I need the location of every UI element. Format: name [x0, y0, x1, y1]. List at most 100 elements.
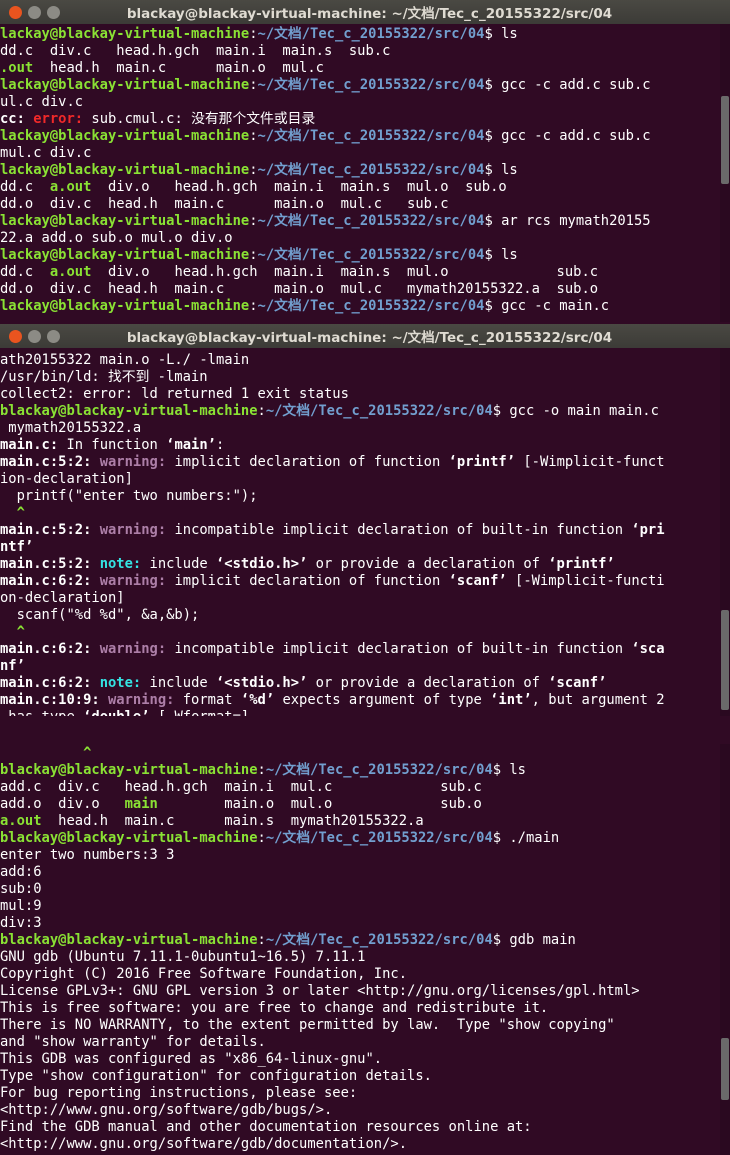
terminal-line: add:6 [0, 864, 730, 881]
terminal-line: dd.o div.c head.h main.c main.o mul.c su… [0, 196, 730, 213]
terminal-text-segment: sub:0 [0, 881, 42, 897]
terminal-text-segment: implicit declaration of function [174, 573, 449, 589]
terminal-text-segment: : [257, 932, 266, 948]
scrollbar-thumb[interactable] [721, 1038, 729, 1100]
terminal-line: ion-declaration] [0, 471, 730, 488]
scrollbar[interactable] [720, 348, 730, 716]
terminal-text-segment: add.c div.c head.h.gch main.i mul.c sub.… [0, 779, 482, 795]
terminal-text-segment: ath20155322 main.o -L./ -lmain [0, 352, 250, 368]
terminal-text-segment: ~/文档/Tec_c_20155322/src/04 [257, 26, 485, 42]
terminal-text-segment: /usr/bin/ld: 找不到 -lmain [0, 369, 208, 385]
scrollbar-thumb[interactable] [721, 96, 729, 184]
terminal-text-segment: ~/文档/Tec_c_20155322/src/04 [265, 830, 493, 846]
terminal-text-segment: ~/文档/Tec_c_20155322/src/04 [265, 403, 493, 419]
terminal-line: main.c:10:9: warning: format ‘%d’ expect… [0, 692, 730, 709]
terminal-text-segment: main.c:6:2: [0, 573, 100, 589]
terminal-text-segment: and "show warranty" for details. [0, 1034, 266, 1050]
terminal-line: mul:9 [0, 898, 730, 915]
terminal-window-2[interactable]: blackay@blackay-virtual-machine: ~/文档/Te… [0, 324, 730, 716]
close-icon[interactable] [9, 329, 22, 343]
terminal-text-segment: add:6 [0, 864, 42, 880]
terminal-window-1[interactable]: blackay@blackay-virtual-machine: ~/文档/Te… [0, 0, 730, 322]
terminal-line: main.c:5:2: warning: incompatible implic… [0, 522, 730, 539]
terminal-text-segment: main.c: [0, 437, 59, 453]
terminal-text-segment: mymath20155322.a [0, 420, 142, 436]
terminal-text-segment: ‘sca [631, 641, 665, 657]
terminal-text-segment: <http://www.gnu.org/software/gdb/bugs/>. [0, 1102, 333, 1118]
terminal-text-segment: <http://www.gnu.org/software/gdb/documen… [0, 1136, 408, 1152]
terminal-text-segment: main.o mul.o sub.o [157, 796, 482, 812]
terminal-text-segment: $ ar rcs mymath20155 [484, 213, 651, 229]
terminal-line: lackay@blackay-virtual-machine:~/文档/Tec_… [0, 77, 730, 94]
scrollbar[interactable] [720, 24, 730, 322]
title-bar[interactable]: blackay@blackay-virtual-machine: ~/文档/Te… [0, 0, 730, 24]
terminal-text-segment: printf("enter two numbers:"); [0, 488, 258, 504]
terminal-text-segment: ‘printf’ [548, 556, 615, 572]
terminal-text-segment: mul.c div.c [0, 145, 92, 161]
terminal-text-segment: $ gcc -c add.c sub.c [484, 128, 651, 144]
scrollbar-thumb[interactable] [721, 610, 729, 710]
minimize-icon[interactable] [28, 329, 41, 343]
terminal-text-segment: ~/文档/Tec_c_20155322/src/04 [257, 213, 485, 229]
terminal-line: dd.c a.out div.o head.h.gch main.i main.… [0, 264, 730, 281]
title-bar[interactable]: blackay@blackay-virtual-machine: ~/文档/Te… [0, 324, 730, 348]
terminal-text-segment: $ ls [484, 26, 518, 42]
terminal-line: Type "show configuration" for configurat… [0, 1068, 730, 1085]
terminal-text-segment: lackay@blackay-virtual-machine [0, 162, 250, 178]
terminal-text-segment: There is NO WARRANTY, to the extent perm… [0, 1017, 615, 1033]
terminal-line: scanf("%d %d", &a,&b); [0, 607, 730, 624]
minimize-icon[interactable] [28, 5, 41, 19]
terminal-text-segment: $ ls [484, 162, 518, 178]
terminal-text-segment: div:3 [0, 915, 42, 931]
maximize-icon[interactable] [47, 329, 60, 343]
terminal-line: a.out head.h main.c main.s mymath2015532… [0, 813, 730, 830]
terminal-text-segment: This is free software: you are free to c… [0, 1000, 549, 1016]
terminal-text-segment: .out [0, 60, 34, 76]
terminal-window-3[interactable]: ^ blackay@blackay-virtual-machine:~/文档/Te… [0, 744, 730, 1155]
terminal-text-segment: or provide a declaration of [307, 675, 549, 691]
scrollbar[interactable] [720, 744, 730, 1155]
terminal-line: main.c:5:2: warning: implicit declaratio… [0, 454, 730, 471]
terminal-text-segment: : [215, 437, 225, 453]
terminal-output[interactable]: ^ blackay@blackay-virtual-machine:~/文档/Te… [0, 744, 730, 1153]
terminal-line: ul.c div.c [0, 94, 730, 111]
terminal-line: nf’ [0, 658, 730, 675]
maximize-icon[interactable] [47, 5, 60, 19]
terminal-output[interactable]: lackay@blackay-virtual-machine: ~/文档/Tec_… [0, 24, 730, 315]
window-title: blackay@blackay-virtual-machine: ~/文档/Te… [126, 6, 613, 22]
terminal-text-segment: a.out [0, 813, 42, 829]
close-icon[interactable] [9, 5, 22, 19]
terminal-text-segment: main.c:5:2: [0, 454, 100, 470]
terminal-output[interactable]: ath20155322 main.o -L./ -lmain/usr/bin/l… [0, 348, 730, 716]
terminal-text-segment: blackay@blackay-virtual-machine [0, 762, 258, 778]
terminal-line: lackay@blackay-virtual-machine:~/文档/Tec_… [0, 162, 730, 179]
terminal-line: ^ [0, 624, 730, 641]
terminal-text-segment: incompatible implicit declaration of bui… [174, 641, 632, 657]
terminal-line: blackay@blackay-virtual-machine:~/文档/Tec… [0, 830, 730, 847]
terminal-text-segment: ‘double’ [83, 709, 149, 716]
terminal-text-segment: cc: [0, 111, 34, 127]
terminal-text-segment: blackay@blackay-virtual-machine [0, 932, 258, 948]
terminal-line: add.o div.o main main.o mul.o sub.o [0, 796, 730, 813]
terminal-line: 22.a add.o sub.o mul.o div.o [0, 230, 730, 247]
terminal-text-segment: : [249, 247, 258, 263]
terminal-line: ath20155322 main.o -L./ -lmain [0, 352, 730, 369]
terminal-text-segment: incompatible implicit declaration of bui… [174, 522, 632, 538]
terminal-text-segment: div.o head.h.gch main.i main.s mul.o sub… [91, 179, 507, 195]
terminal-line: cc: error: sub.cmul.c: 没有那个文件或目录 [0, 111, 730, 128]
terminal-text-segment: ‘scanf’ [448, 573, 507, 589]
terminal-line: Find the GDB manual and other documentat… [0, 1119, 730, 1136]
terminal-text-segment: ~/文档/Tec_c_20155322/src/04 [265, 932, 493, 948]
terminal-line: mul.c div.c [0, 145, 730, 162]
terminal-text-segment: License GPLv3+: GNU GPL version 3 or lat… [0, 983, 640, 999]
terminal-line: <http://www.gnu.org/software/gdb/documen… [0, 1136, 730, 1153]
terminal-text-segment: warning: [99, 573, 175, 589]
terminal-text-segment: enter two numbers:3 3 [0, 847, 175, 863]
terminal-line: There is NO WARRANTY, to the extent perm… [0, 1017, 730, 1034]
terminal-text-segment: ‘%d’ [240, 692, 275, 708]
terminal-text-segment: div.o head.h.gch main.i main.s mul.o sub… [91, 264, 599, 280]
terminal-text-segment: $ gcc -c main.c [484, 298, 610, 314]
terminal-text-segment: ‘<stdio.h>’ [215, 556, 308, 572]
terminal-line: printf("enter two numbers:"); [0, 488, 730, 505]
terminal-line: lackay@blackay-virtual-machine:~/文档/Tec_… [0, 213, 730, 230]
